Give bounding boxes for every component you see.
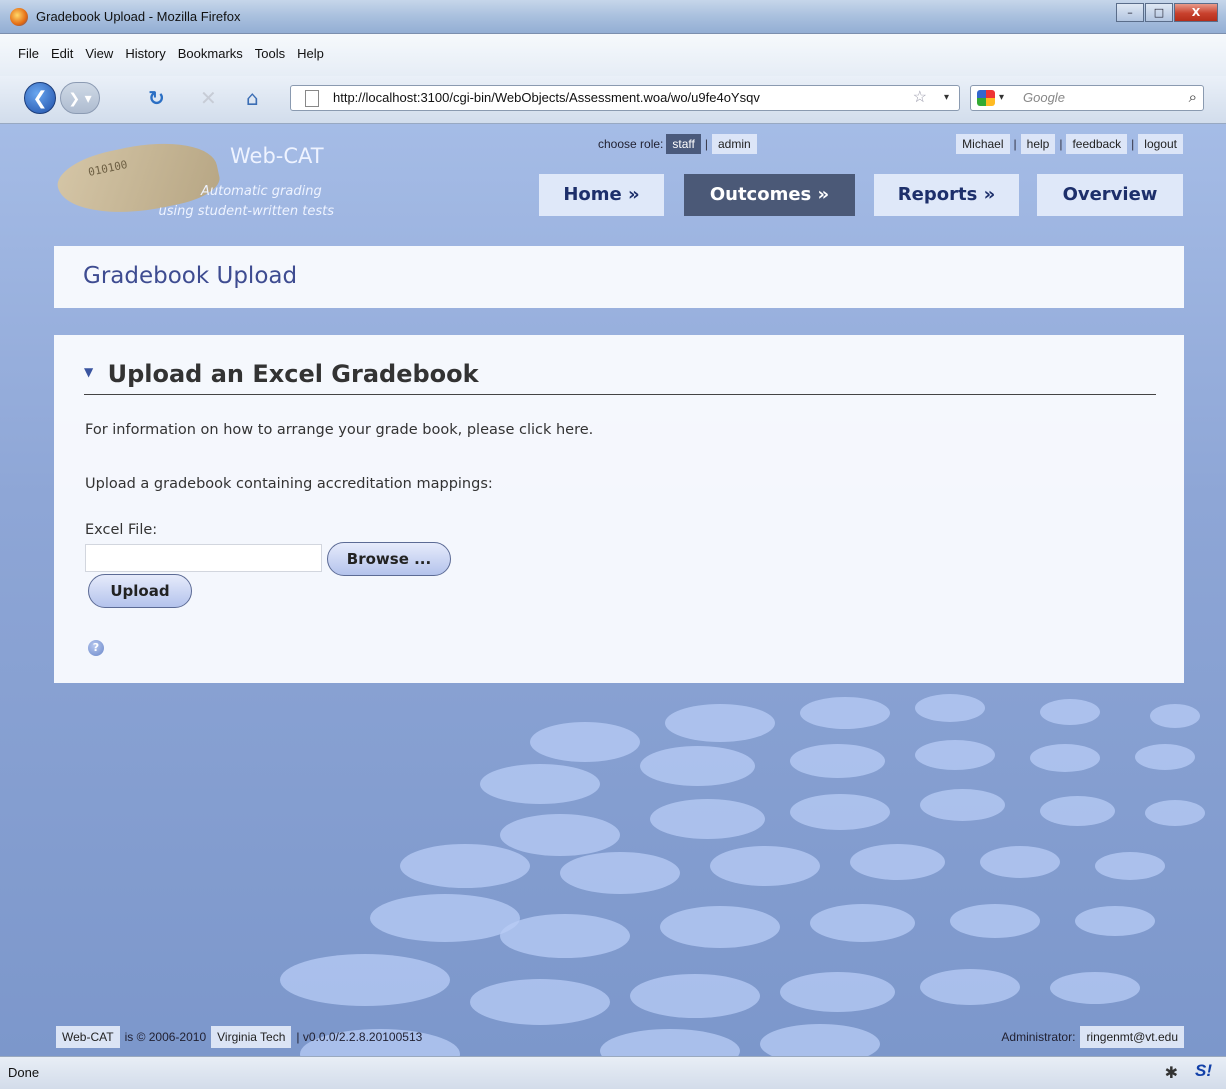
role-label: choose role: <box>598 137 664 151</box>
footer-copyright: is © 2006-2010 <box>124 1030 207 1044</box>
window-title: Gradebook Upload - Mozilla Firefox <box>36 9 241 24</box>
window-titlebar: Gradebook Upload - Mozilla Firefox – □ X <box>0 0 1226 34</box>
excel-file-label: Excel File: <box>85 522 158 538</box>
url-text: http://localhost:3100/cgi-bin/WebObjects… <box>333 90 760 105</box>
collapse-triangle-icon[interactable]: ▼ <box>84 365 93 379</box>
browse-button[interactable]: Browse ... <box>327 542 451 576</box>
menu-tools[interactable]: Tools <box>255 46 285 61</box>
page-viewport: 010100 Web-CAT Automatic grading using s… <box>0 124 1226 1056</box>
feedback-link[interactable]: feedback <box>1066 134 1128 154</box>
upload-instructions: Upload a gradebook containing accreditat… <box>85 476 493 492</box>
section-header[interactable]: ▼ Upload an Excel Gradebook <box>84 360 1156 395</box>
tab-reports[interactable]: Reports » <box>874 174 1019 216</box>
footer-version: | v0.0.0/2.2.8.20100513 <box>296 1030 423 1044</box>
reload-icon[interactable]: ↻ <box>148 88 165 108</box>
window-controls: – □ X <box>1115 3 1218 22</box>
back-button[interactable]: ❮ <box>24 82 56 114</box>
url-dropdown-icon[interactable]: ▾ <box>944 86 949 110</box>
role-admin[interactable]: admin <box>711 134 757 154</box>
logout-link[interactable]: logout <box>1138 134 1183 154</box>
tagline-line2: using student-written tests <box>158 204 334 219</box>
section-title: Upload an Excel Gradebook <box>107 360 479 388</box>
page-title-panel: Gradebook Upload <box>54 246 1184 308</box>
status-text: Done <box>8 1065 40 1080</box>
tab-overview[interactable]: Overview <box>1037 174 1183 216</box>
status-bar: Done ✱ S! <box>0 1056 1226 1089</box>
footer-left: Web-CAT is © 2006-2010 Virginia Tech | v… <box>56 1026 427 1048</box>
menu-bar: File Edit View History Bookmarks Tools H… <box>0 34 1226 76</box>
upload-panel: ▼ Upload an Excel Gradebook For informat… <box>54 335 1184 683</box>
brand-name: Web-CAT <box>230 144 324 168</box>
tab-outcomes[interactable]: Outcomes » <box>684 174 855 216</box>
help-link[interactable]: help <box>1020 134 1056 154</box>
minimize-button[interactable]: – <box>1116 3 1144 22</box>
menu-bookmarks[interactable]: Bookmarks <box>178 46 243 61</box>
footer-org-link[interactable]: Virginia Tech <box>211 1026 292 1048</box>
menu-help[interactable]: Help <box>297 46 324 61</box>
footer-app-link[interactable]: Web-CAT <box>56 1026 120 1048</box>
close-button[interactable]: X <box>1174 3 1218 22</box>
menu-history[interactable]: History <box>125 46 165 61</box>
menu-edit[interactable]: Edit <box>51 46 73 61</box>
page-title: Gradebook Upload <box>83 263 298 289</box>
tagline-line1: Automatic grading <box>201 184 322 199</box>
search-box[interactable]: ▾ Google ⌕ <box>970 85 1204 111</box>
bug-icon[interactable]: ✱ <box>1165 1063 1178 1083</box>
menu-file[interactable]: File <box>18 46 39 61</box>
menu-view[interactable]: View <box>85 46 113 61</box>
info-text[interactable]: For information on how to arrange your g… <box>85 422 593 438</box>
upload-button[interactable]: Upload <box>88 574 192 608</box>
maximize-button[interactable]: □ <box>1145 3 1173 22</box>
search-icon[interactable]: ⌕ <box>1189 86 1197 110</box>
page-icon <box>305 90 319 107</box>
address-bar[interactable]: http://localhost:3100/cgi-bin/WebObjects… <box>290 85 960 111</box>
web-cat-logo[interactable]: 010100 Web-CAT Automatic grading using s… <box>52 130 358 232</box>
tab-home[interactable]: Home » <box>539 174 664 216</box>
stop-icon[interactable]: ✕ <box>200 88 217 108</box>
footer-admin-label: Administrator: <box>1001 1030 1076 1044</box>
search-placeholder: Google <box>1023 90 1065 105</box>
home-icon[interactable]: ⌂ <box>246 88 259 108</box>
google-icon[interactable] <box>977 90 995 106</box>
help-icon[interactable]: ? <box>88 640 104 656</box>
role-staff[interactable]: staff <box>666 134 701 154</box>
navigation-toolbar: ❮ ❯ ▾ ↻ ✕ ⌂ http://localhost:3100/cgi-bi… <box>0 76 1226 124</box>
footer-right: Administrator: ringenmt@vt.edu <box>996 1026 1184 1048</box>
footer-admin-email[interactable]: ringenmt@vt.edu <box>1080 1026 1184 1048</box>
excel-file-input[interactable] <box>85 544 322 572</box>
firefox-icon <box>10 8 28 26</box>
user-links: Michael | help | feedback | logout <box>953 134 1186 154</box>
search-engine-dropdown-icon[interactable]: ▾ <box>999 86 1004 110</box>
role-chooser: choose role: staff | admin <box>598 134 760 154</box>
forward-button[interactable]: ❯ ▾ <box>60 82 100 114</box>
bookmark-star-icon[interactable]: ☆ <box>913 86 927 110</box>
s-addon-icon[interactable]: S! <box>1195 1061 1212 1081</box>
user-name-link[interactable]: Michael <box>956 134 1010 154</box>
